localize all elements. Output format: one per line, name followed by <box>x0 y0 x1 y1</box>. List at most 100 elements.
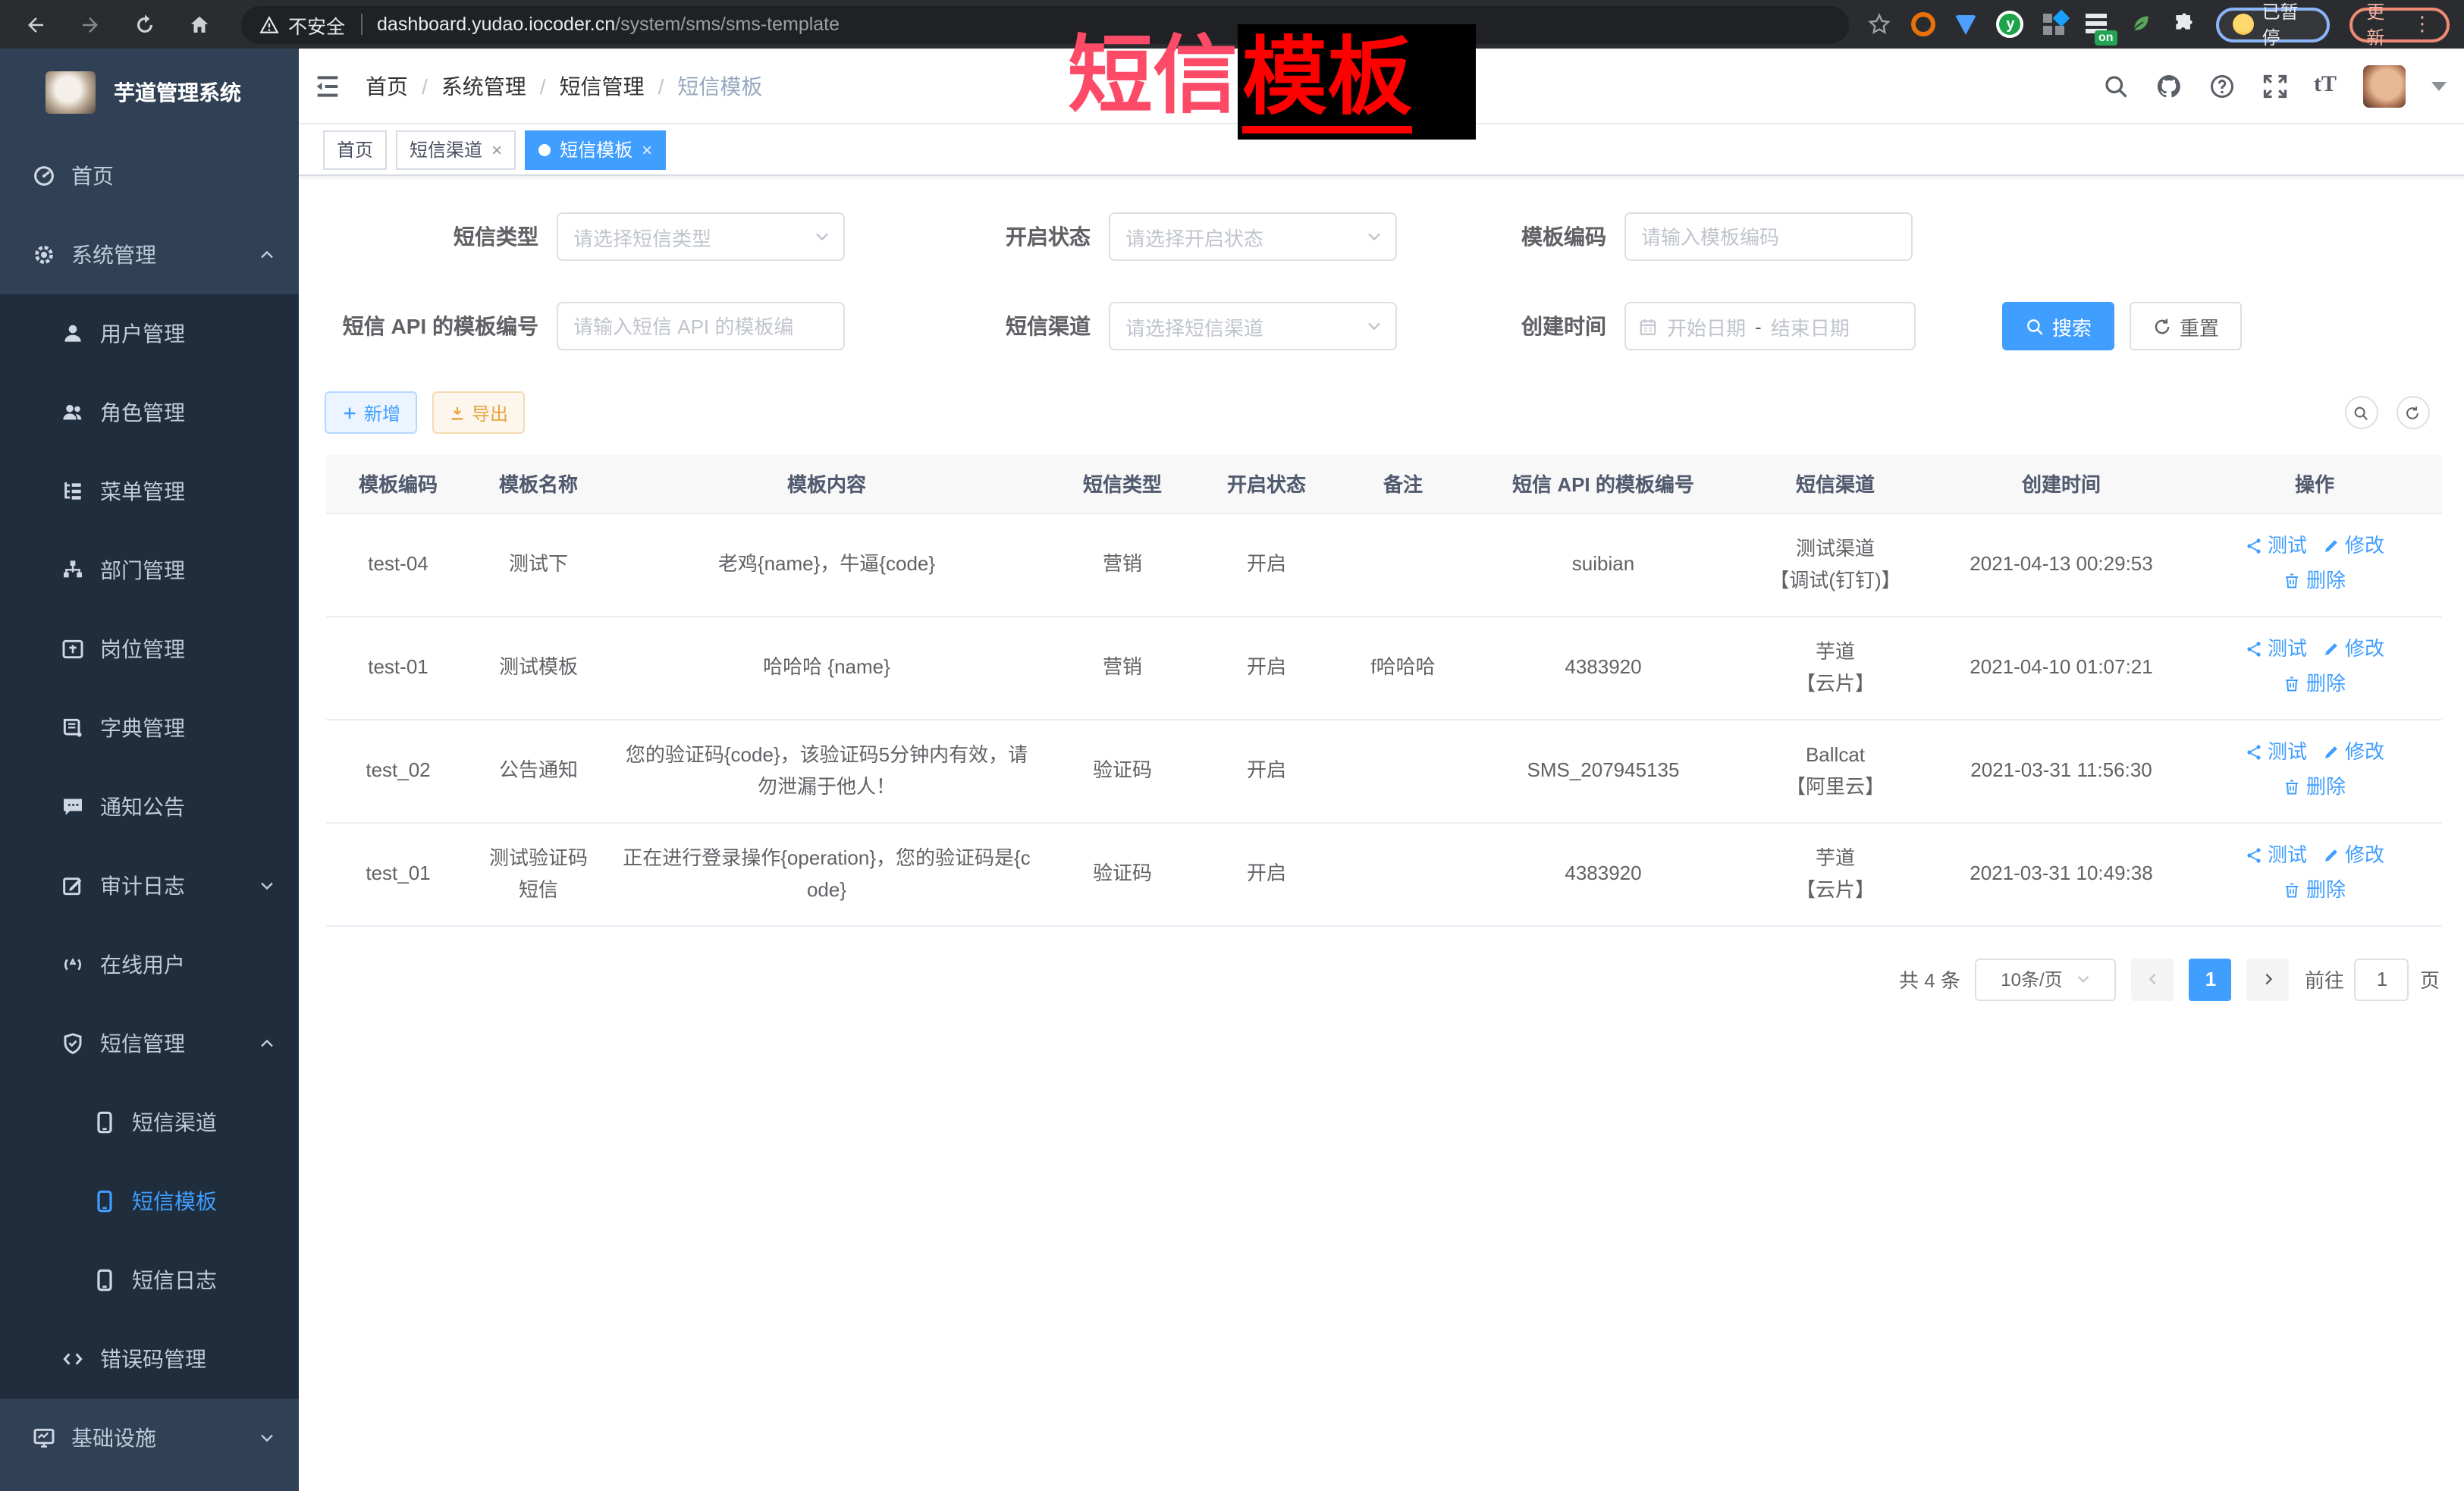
browser-reload-icon[interactable] <box>133 13 156 36</box>
delete-link[interactable]: 删除 <box>2284 667 2346 700</box>
add-button[interactable]: 新增 <box>325 391 417 434</box>
sidebar-item-dict[interactable]: 字典管理 <box>0 689 299 767</box>
export-button[interactable]: 导出 <box>432 391 525 434</box>
chevron-down-icon <box>2075 971 2092 987</box>
browser-home-icon[interactable] <box>188 13 211 36</box>
reset-button[interactable]: 重置 <box>2130 302 2242 350</box>
user-icon <box>61 322 85 346</box>
address-bar[interactable]: 不安全 dashboard.yudao.iocoder.cn/system/sm… <box>241 5 1850 43</box>
browser-forward-icon[interactable] <box>79 13 102 36</box>
test-link[interactable]: 测试 <box>2245 736 2307 768</box>
header-search-icon[interactable] <box>2101 72 2129 99</box>
edit-link[interactable]: 修改 <box>2322 839 2384 871</box>
chat-bubble-icon <box>61 795 85 819</box>
extension-leaf-icon[interactable] <box>2129 12 2153 36</box>
current-page-button[interactable]: 1 <box>2189 958 2232 1000</box>
sidebar-item-sms-template[interactable]: 短信模板 <box>0 1162 299 1241</box>
tab-sms-channel[interactable]: 短信渠道 × <box>396 130 516 169</box>
api-template-id-input[interactable] <box>573 315 828 337</box>
calendar-icon <box>1638 316 1658 336</box>
browser-back-icon[interactable] <box>24 13 47 36</box>
bookmark-star-icon[interactable] <box>1868 12 1892 36</box>
sidebar-item-home[interactable]: 首页 <box>0 137 299 215</box>
test-link[interactable]: 测试 <box>2245 839 2307 871</box>
col-template-name: 模板名称 <box>470 455 607 513</box>
prev-page-button[interactable] <box>2132 958 2174 1000</box>
extension-list-icon[interactable]: on <box>2086 14 2109 35</box>
status-select[interactable]: 请选择开启状态 <box>1109 212 1397 261</box>
phone-icon <box>93 1110 117 1135</box>
goto-page-input[interactable] <box>2355 958 2409 1000</box>
chrome-update-button[interactable]: 更新 ⋮ <box>2349 7 2449 42</box>
close-icon[interactable]: × <box>491 140 502 159</box>
menu-fold-icon[interactable] <box>312 71 343 101</box>
filter-label-template-code: 模板编码 <box>1397 221 1606 252</box>
sidebar-item-sms-log[interactable]: 短信日志 <box>0 1241 299 1320</box>
refresh-icon <box>2152 316 2172 336</box>
edit-link[interactable]: 修改 <box>2322 529 2384 562</box>
tab-home[interactable]: 首页 <box>323 130 387 169</box>
extension-green-y-icon[interactable]: y <box>1997 11 2024 38</box>
user-avatar[interactable] <box>2362 64 2405 107</box>
page-size-select[interactable]: 10条/页 <box>1976 958 2117 1000</box>
tab-sms-template[interactable]: 短信模板 × <box>525 130 666 169</box>
extension-orange-icon[interactable] <box>1912 12 1936 36</box>
breadcrumb-system[interactable]: 系统管理 <box>441 71 526 101</box>
delete-link[interactable]: 删除 <box>2284 564 2346 597</box>
github-icon[interactable] <box>2155 72 2182 99</box>
cell-created: 2021-03-31 10:49:38 <box>1935 822 2187 925</box>
sidebar-item-infrastructure[interactable]: 基础设施 <box>0 1398 299 1477</box>
extension-blue-gem-icon[interactable] <box>1956 14 1977 34</box>
filter-label-status: 开启状态 <box>845 221 1091 252</box>
sidebar-item-audit-log[interactable]: 审计日志 <box>0 846 299 925</box>
extensions-puzzle-icon[interactable] <box>2173 12 2197 36</box>
close-icon[interactable]: × <box>642 140 652 159</box>
cell-name: 测试下 <box>470 513 607 616</box>
breadcrumb-home[interactable]: 首页 <box>366 71 408 101</box>
template-code-field[interactable] <box>1624 212 1913 261</box>
delete-link[interactable]: 删除 <box>2284 771 2346 803</box>
toggle-search-button[interactable] <box>2344 396 2378 429</box>
sidebar-item-label: 错误码管理 <box>100 1344 206 1374</box>
sidebar-item-notice[interactable]: 通知公告 <box>0 767 299 846</box>
profile-paused-chip[interactable]: 已暂停 <box>2217 7 2331 42</box>
breadcrumb-sms[interactable]: 短信管理 <box>560 71 645 101</box>
url-path: /system/sms/sms-template <box>615 14 840 35</box>
extension-grid-icon[interactable] <box>2044 13 2066 36</box>
avatar-caret-down-icon[interactable] <box>2431 81 2446 90</box>
font-size-icon[interactable]: tT <box>2314 73 2337 99</box>
sidebar-item-system[interactable]: 系统管理 <box>0 215 299 294</box>
sidebar-item-users[interactable]: 用户管理 <box>0 294 299 373</box>
edit-link[interactable]: 修改 <box>2322 736 2384 768</box>
screen: 不安全 dashboard.yudao.iocoder.cn/system/sm… <box>0 0 2464 1491</box>
sidebar-item-posts[interactable]: 岗位管理 <box>0 610 299 689</box>
sidebar-item-online-users[interactable]: 在线用户 <box>0 925 299 1004</box>
search-button[interactable]: 搜索 <box>2002 302 2114 350</box>
fullscreen-icon[interactable] <box>2261 72 2288 99</box>
edit-link[interactable]: 修改 <box>2322 632 2384 665</box>
signal-icon <box>61 953 85 977</box>
refresh-table-button[interactable] <box>2396 396 2429 429</box>
template-code-input[interactable] <box>1641 225 1896 248</box>
browser-menu-dots-icon[interactable]: ⋮ <box>2412 12 2432 36</box>
sidebar-item-menus[interactable]: 菜单管理 <box>0 452 299 531</box>
test-link[interactable]: 测试 <box>2245 632 2307 665</box>
api-template-id-field[interactable] <box>557 302 845 350</box>
sidebar-item-departments[interactable]: 部门管理 <box>0 531 299 610</box>
delete-link[interactable]: 删除 <box>2284 874 2346 906</box>
share-icon <box>2245 639 2263 658</box>
url-divider <box>360 14 362 35</box>
sidebar-item-error-code[interactable]: 错误码管理 <box>0 1320 299 1398</box>
sms-type-select[interactable]: 请选择短信类型 <box>557 212 845 261</box>
create-time-range-picker[interactable]: 开始日期 - 结束日期 <box>1624 302 1916 350</box>
sidebar-item-roles[interactable]: 角色管理 <box>0 373 299 452</box>
org-chart-icon <box>61 558 85 582</box>
sidebar-item-label: 用户管理 <box>100 319 185 349</box>
sidebar-item-sms[interactable]: 短信管理 <box>0 1004 299 1083</box>
test-link[interactable]: 测试 <box>2245 529 2307 562</box>
sidebar-item-sms-channel[interactable]: 短信渠道 <box>0 1083 299 1162</box>
channel-select[interactable]: 请选择短信渠道 <box>1109 302 1397 350</box>
sidebar-item-label: 审计日志 <box>100 871 185 901</box>
next-page-button[interactable] <box>2247 958 2290 1000</box>
help-icon[interactable] <box>2208 72 2235 99</box>
